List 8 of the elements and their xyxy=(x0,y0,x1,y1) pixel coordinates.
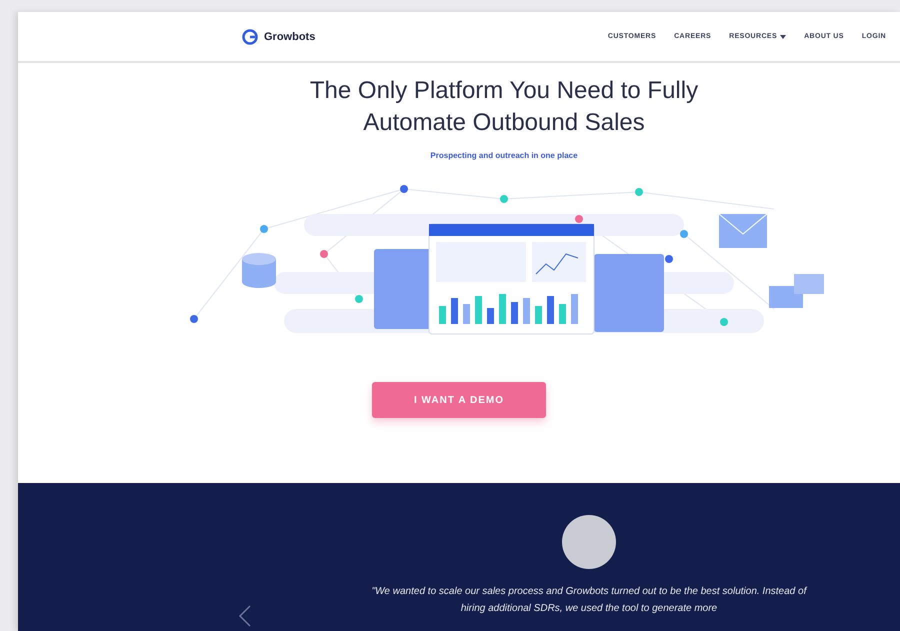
hero-subtitle: Prospecting and outreach in one place xyxy=(430,151,578,160)
avatar-placeholder xyxy=(562,515,616,569)
caret-icon xyxy=(780,34,786,38)
chevron-left-icon[interactable] xyxy=(238,605,252,627)
testimonial-quote: "We wanted to scale our sales process and Growbots turned out to be the best solution. Instead of hiring additional SDRs, we used the tool to generate more xyxy=(370,585,808,616)
logo-icon xyxy=(242,28,258,44)
brand-name: Growbots xyxy=(264,30,316,42)
hero-title: The Only Platform You Need to Fully Automate Outbound Sales xyxy=(308,76,700,138)
